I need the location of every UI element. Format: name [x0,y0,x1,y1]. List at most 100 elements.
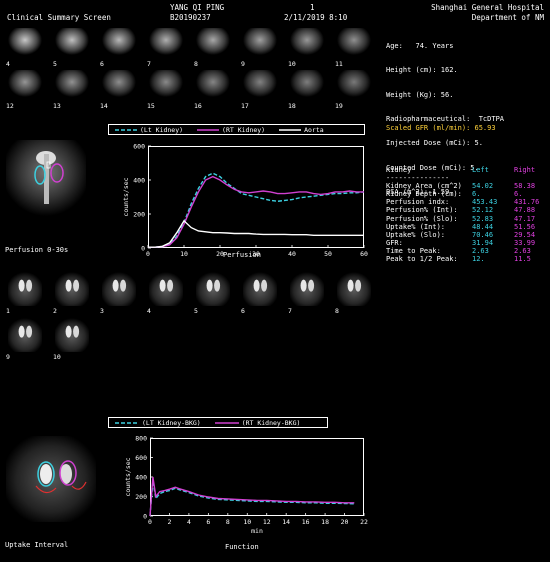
header-bar: YANG QI PING B20190237 1 2/11/2019 8:10 … [0,0,550,22]
lt-bkg-dash-swatch [115,421,139,424]
x-tick-label: 0 [148,518,152,526]
dyn-frame-16 [196,70,230,100]
perfusion-chart-title: Perfusion [223,251,261,259]
legend-rt-kidney-bkg: (RT Kidney-BKG) [214,419,300,427]
table-row: Perfusion indx: 453.43 431.76 [386,198,539,206]
dyn-frame-14 [102,70,136,100]
dyn-frame-label: 9 [241,60,245,68]
dyn-frame-label: 18 [288,102,296,110]
cell-label: Kidney Area (cm^2) [386,182,462,191]
x-tick-label: 0 [146,250,150,258]
cell-right: 2.63 [514,246,531,255]
scaled-gfr: Scaled GFR (ml/min): 65.93 [386,124,496,132]
x-tick-label: 60 [360,250,368,258]
table-row: Uptake% (Int): 48.44 51.56 [386,223,539,231]
perfusion-frame-label: 10 [53,353,61,361]
perfusion-frame-7 [290,272,324,306]
y-tick-label: 600 [135,454,147,462]
patient-name: YANG QI PING [170,3,225,12]
col-header-left: Left [472,166,489,174]
hospital-name: Shanghai General Hospital [431,3,544,12]
perfusion-frame-1 [8,272,42,306]
info-height: Height (cm): 162. [386,66,458,75]
y-tick-label: 600 [133,143,145,151]
cell-left: 52.12 [472,206,494,215]
page-number: 1 [310,3,315,12]
dyn-frame-label: 5 [53,60,57,68]
dyn-frame-19 [337,70,371,100]
table-row: Kidney Depth (cm): 6. 6. [386,190,539,198]
perfusion-frame-6 [243,272,277,306]
cell-left: 2.63 [472,246,489,255]
dyn-frame-label: 4 [6,60,10,68]
department-name: Department of NM [471,13,544,22]
dyn-frame-label: 15 [147,102,155,110]
dyn-frame-7 [149,28,183,58]
perfusion-frame-9 [8,318,42,352]
perfusion-frame-4 [149,272,183,306]
table-row: Peak to 1/2 Peak: 12. 11.5 [386,255,539,263]
x-tick-label: 6 [206,518,210,526]
dyn-frame-18 [290,70,324,100]
cell-left: 31.94 [472,238,494,247]
info-age: Age: 74. Years [386,42,454,51]
dyn-frame-label: 16 [194,102,202,110]
y-tick-label: 0 [141,245,145,253]
dyn-frame-6 [102,28,136,58]
screen-title: Clinical Summary Screen [7,13,111,22]
x-tick-label: 10 [243,518,251,526]
dyn-frame-label: 8 [194,60,198,68]
x-tick-label: 2 [167,518,171,526]
function-legend: (LT Kidney-BKG) (RT Kidney-BKG) [108,417,328,428]
dyn-frame-4 [8,28,42,58]
table-row: Perfusion% (Slo): 52.83 47.17 [386,215,539,223]
dyn-frame-8 [196,28,230,58]
perfusion-roi-image [6,140,86,220]
dyn-frame-label: 11 [335,60,343,68]
cell-label: Perfusion% (Slo): [386,214,458,223]
dyn-frame-11 [337,28,371,58]
perfusion-frame-label: 8 [335,307,339,315]
plot-background [151,439,363,515]
cell-right: 47.88 [514,206,536,215]
perfusion-frame-10 [55,318,89,352]
perfusion-frame-8 [337,272,371,306]
dyn-frame-label: 6 [100,60,104,68]
table-row: Perfusion% (Int): 52.12 47.88 [386,206,539,214]
perfusion-frame-label: 7 [288,307,292,315]
table-row: Kidney Area (cm^2) 54.02 58.38 [386,182,539,190]
table-row: GFR: 31.94 33.99 [386,239,539,247]
dyn-frame-label: 17 [241,102,249,110]
dyn-frame-label: 19 [335,102,343,110]
x-tick-label: 10 [180,250,188,258]
x-tick-label: 12 [263,518,271,526]
cell-label: Uptake% (Slo): [386,230,446,239]
x-tick-label: 50 [324,250,332,258]
perfusion-frame-2 [55,272,89,306]
cell-label: Peak to 1/2 Peak: [386,255,458,264]
function-chart: 0 2 4 6 8 10 12 14 16 18 20 22 0 200 400 600 800 counts/s… [118,434,368,536]
info-radiopharmaceutical: Radiopharmaceutical: TcDTPA [386,115,505,124]
y-axis-label: counts/sec [122,177,130,216]
perfusion-frame-label: 6 [241,307,245,315]
cell-right: 29.54 [514,230,536,239]
dyn-frame-12 [8,70,42,100]
perfusion-frame-label: 5 [194,307,198,315]
study-datetime: 2/11/2019 8:10 [284,13,348,22]
cell-left: 12. [472,255,485,264]
patient-id: B20190237 [170,13,211,22]
table-header-row: Kidney Left Right [386,166,539,174]
perfusion-frame-label: 1 [6,307,10,315]
cell-left: 453.43 [472,198,498,207]
cell-label: Perfusion indx: [386,198,450,207]
cell-label: GFR: [386,238,403,247]
uptake-label: Uptake Interval [5,541,69,549]
cell-right: 51.56 [514,222,536,231]
cell-left: 6. [472,190,481,199]
cell-label: Perfusion% (Int): [386,206,458,215]
cell-left: 48.44 [472,222,494,231]
x-tick-label: 4 [187,518,191,526]
table-separator: --------------- [386,174,450,183]
uptake-roi-image [6,436,96,522]
legend-aorta: Aorta [279,126,324,134]
